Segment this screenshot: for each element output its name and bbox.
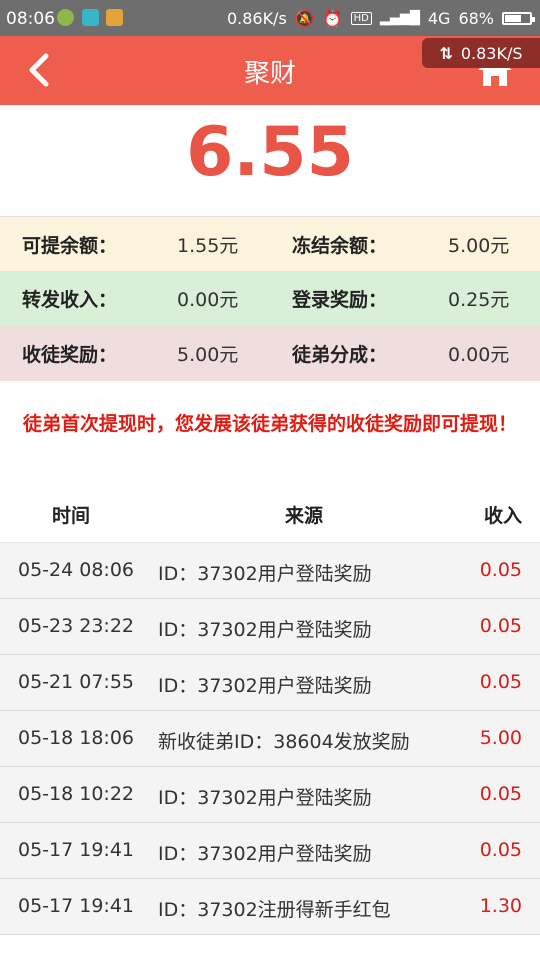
battery-icon: [502, 12, 535, 25]
row-time: 05-24 08:06: [18, 559, 135, 581]
header-source: 来源: [285, 505, 324, 527]
stat-label: 可提余额：: [22, 235, 118, 257]
stat-value: 0.25元: [448, 289, 510, 311]
table-header: 时间 来源 收入: [0, 486, 540, 545]
row-amount: 5.00: [479, 727, 522, 749]
total-amount: 6.55: [186, 113, 354, 192]
stat-value: 0.00元: [448, 344, 510, 366]
stat-row-forward: 转发收入： 0.00元 登录奖励： 0.25元: [0, 271, 540, 326]
stat-label: 冻结余额：: [292, 235, 388, 257]
net-speed: 0.86K/s: [226, 9, 287, 28]
stat-value: 1.55元: [177, 235, 239, 257]
row-time: 05-23 23:22: [18, 615, 135, 637]
stat-row-withdrawable: 可提余额： 1.55元 冻结余额： 5.00元: [0, 216, 540, 272]
row-source: ID：37302注册得新手红包: [158, 899, 391, 921]
status-bar: 08:06 0.86K/s 🔕 ⏰ HD ▂▄▆█ 4G 68%: [0, 0, 540, 36]
row-source: ID：37302用户登陆奖励: [158, 843, 372, 865]
status-right: 0.86K/s 🔕 ⏰ HD ▂▄▆█ 4G 68%: [226, 9, 535, 28]
row-time: 05-17 19:41: [18, 895, 135, 917]
battery-percent: 68%: [458, 9, 494, 28]
speed-overlay: ⇅ 0.83K/S: [422, 38, 540, 68]
speed-overlay-text: 0.83K/S: [460, 43, 523, 63]
status-time: 08:06: [6, 9, 55, 29]
notice-text: 徒弟首次提现时，您发展该徒弟获得的收徒奖励即可提现！: [22, 413, 517, 435]
table-row: 05-17 19:41 ID：37302用户登陆奖励 0.05: [0, 823, 540, 879]
row-source: 新收徒弟ID：38604发放奖励: [158, 731, 410, 753]
mute-icon: 🔕: [294, 9, 315, 28]
table-row: 05-18 10:22 ID：37302用户登陆奖励 0.05: [0, 767, 540, 823]
row-time: 05-17 19:41: [18, 839, 135, 861]
alarm-icon: ⏰: [322, 9, 343, 28]
table-row: 05-23 23:22 ID：37302用户登陆奖励 0.05: [0, 599, 540, 655]
stat-value: 0.00元: [177, 289, 239, 311]
stat-label: 转发收入：: [22, 289, 118, 311]
table-row: 05-24 08:06 ID：37302用户登陆奖励 0.05: [0, 543, 540, 599]
stat-row-apprentice: 收徒奖励： 5.00元 徒弟分成： 0.00元: [0, 326, 540, 381]
row-source: ID：37302用户登陆奖励: [158, 619, 372, 641]
signal-icon: ▂▄▆█: [379, 11, 420, 26]
row-amount: 0.05: [479, 783, 522, 805]
row-amount: 0.05: [479, 671, 522, 693]
row-source: ID：37302用户登陆奖励: [158, 675, 372, 697]
hd-icon: HD: [350, 12, 372, 25]
table-row: 05-18 18:06 新收徒弟ID：38604发放奖励 5.00: [0, 711, 540, 767]
row-amount: 0.05: [479, 839, 522, 861]
network-type: 4G: [427, 9, 451, 28]
row-time: 05-18 18:06: [18, 727, 135, 749]
row-time: 05-21 07:55: [18, 671, 135, 693]
header-income: 收入: [483, 505, 522, 527]
scanner-notification-icon: [82, 9, 99, 26]
stat-label: 登录奖励：: [292, 289, 388, 311]
game-notification-icon: [106, 9, 123, 26]
row-amount: 0.05: [479, 615, 522, 637]
table-row: 05-21 07:55 ID：37302用户登陆奖励 0.05: [0, 655, 540, 711]
stat-label: 徒弟分成：: [292, 344, 388, 366]
stat-label: 收徒奖励：: [22, 344, 118, 366]
stat-value: 5.00元: [177, 344, 239, 366]
app-notification-icon: [57, 9, 74, 26]
row-source: ID：37302用户登陆奖励: [158, 563, 372, 585]
table-row: 05-17 19:41 ID：37302注册得新手红包 1.30: [0, 879, 540, 935]
header-time: 时间: [52, 505, 91, 527]
row-amount: 1.30: [479, 895, 522, 917]
row-source: ID：37302用户登陆奖励: [158, 787, 372, 809]
row-time: 05-18 10:22: [18, 783, 135, 805]
sync-arrows-icon: ⇅: [439, 43, 453, 63]
table-body: 05-24 08:06 ID：37302用户登陆奖励 0.05 05-23 23…: [0, 543, 540, 935]
stat-value: 5.00元: [448, 235, 510, 257]
row-amount: 0.05: [479, 559, 522, 581]
